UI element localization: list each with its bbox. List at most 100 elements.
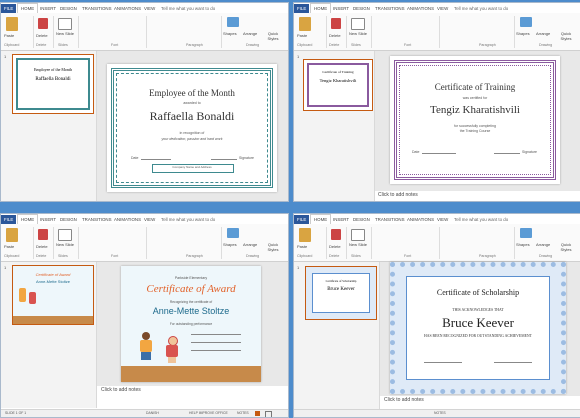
quick-styles-button[interactable]: Quick Styles xyxy=(263,31,283,41)
ribbon: Paste Clipboard Delete Delete New Slide … xyxy=(1,13,288,51)
signature-label: Signature xyxy=(522,150,537,154)
shapes-icon xyxy=(520,17,532,27)
new-slide-button[interactable]: New Slide xyxy=(56,242,74,247)
tab-animations[interactable]: ANIMATIONS xyxy=(404,215,437,224)
slide-canvas: Certificate of Training was certified fo… xyxy=(375,51,580,191)
arrange-button[interactable]: Arrange xyxy=(536,31,550,36)
tab-design[interactable]: DESIGN xyxy=(57,4,80,13)
arrange-button[interactable]: Arrange xyxy=(243,31,257,36)
thumb-title: Certificate of Training xyxy=(322,70,354,74)
sorter-view-icon[interactable] xyxy=(265,411,272,417)
tab-transitions[interactable]: TRANSITIONS xyxy=(79,4,115,13)
tab-insert[interactable]: INSERT xyxy=(330,215,352,224)
delete-button[interactable]: Delete xyxy=(36,244,48,249)
slide-number: 1 xyxy=(297,54,300,59)
certificate-title: Employee of the Month xyxy=(149,88,235,98)
slide-thumbnail[interactable]: Employee of the Month Raffaella Bonaldi xyxy=(12,54,94,114)
arrange-button[interactable]: Arrange xyxy=(536,242,550,247)
tab-design[interactable]: DESIGN xyxy=(350,215,373,224)
notes-placeholder[interactable]: Click to add notes xyxy=(384,397,424,403)
slide-canvas: Employee of the Month awarded to Raffael… xyxy=(97,51,288,201)
new-slide-button[interactable]: New Slide xyxy=(349,242,367,247)
delete-button[interactable]: Delete xyxy=(36,33,48,38)
tell-me-box[interactable]: Tell me what you want to do xyxy=(161,4,215,13)
paste-icon xyxy=(6,17,18,31)
paste-button[interactable]: Paste xyxy=(297,33,307,38)
date-label: Date xyxy=(412,150,420,154)
new-slide-button[interactable]: New Slide xyxy=(56,31,74,36)
tab-view[interactable]: VIEW xyxy=(141,4,158,13)
slide-canvas: Certificate of Scholarship THIS ACKNOWLE… xyxy=(380,262,580,396)
slide[interactable]: Employee of the Month awarded to Raffael… xyxy=(107,64,277,192)
slide[interactable]: Certificate of Scholarship THIS ACKNOWLE… xyxy=(390,262,566,394)
quick-styles-button[interactable]: Quick Styles xyxy=(263,242,283,252)
tab-insert[interactable]: INSERT xyxy=(37,215,59,224)
tab-file[interactable]: FILE xyxy=(1,215,17,224)
tab-insert[interactable]: INSERT xyxy=(330,4,352,13)
slide-thumbnail[interactable]: Certificate of Training Tengiz Kharatish… xyxy=(303,59,373,111)
tab-file[interactable]: FILE xyxy=(294,215,310,224)
tab-animations[interactable]: ANIMATIONS xyxy=(111,215,144,224)
slide-thumbnail[interactable]: Certificate of Scholarship Bruce Keever xyxy=(305,266,377,320)
tab-design[interactable]: DESIGN xyxy=(57,215,80,224)
paste-button[interactable]: Paste xyxy=(4,33,14,38)
tell-me-box[interactable]: Tell me what you want to do xyxy=(454,4,508,13)
tab-home[interactable]: HOME xyxy=(17,3,39,13)
tab-home[interactable]: HOME xyxy=(310,214,332,224)
quick-styles-button[interactable]: Quick Styles xyxy=(556,242,576,252)
tab-view[interactable]: VIEW xyxy=(434,4,451,13)
tab-insert[interactable]: INSERT xyxy=(37,4,59,13)
new-slide-icon xyxy=(58,229,72,241)
tab-file[interactable]: FILE xyxy=(294,4,310,13)
normal-view-icon[interactable] xyxy=(255,411,260,416)
delete-button[interactable]: Delete xyxy=(329,244,341,249)
tab-view[interactable]: VIEW xyxy=(434,215,451,224)
tab-animations[interactable]: ANIMATIONS xyxy=(111,4,144,13)
group-label-font: Font xyxy=(404,254,412,258)
tab-transitions[interactable]: TRANSITIONS xyxy=(372,215,408,224)
group-label-drawing: Drawing xyxy=(246,254,260,258)
tab-design[interactable]: DESIGN xyxy=(350,4,373,13)
group-label-slides: Slides xyxy=(58,43,68,47)
shapes-button[interactable]: Shapes xyxy=(516,242,530,247)
notes-placeholder[interactable]: Click to add notes xyxy=(101,387,141,393)
paste-button[interactable]: Paste xyxy=(4,244,14,249)
tell-me-box[interactable]: Tell me what you want to do xyxy=(454,215,508,224)
ribbon: Paste Clipboard Delete Delete New Slide … xyxy=(294,224,580,262)
new-slide-button[interactable]: New Slide xyxy=(349,31,367,36)
shapes-button[interactable]: Shapes xyxy=(223,31,237,36)
arrange-button[interactable]: Arrange xyxy=(243,242,257,247)
tab-home[interactable]: HOME xyxy=(17,214,39,224)
delete-button[interactable]: Delete xyxy=(329,33,341,38)
tab-transitions[interactable]: TRANSITIONS xyxy=(79,215,115,224)
thumb-name: Anne-Mette Stoltze xyxy=(35,279,71,284)
shapes-button[interactable]: Shapes xyxy=(223,242,237,247)
tab-view[interactable]: VIEW xyxy=(141,215,158,224)
thumb-name: Raffaella Bonaldi xyxy=(35,77,71,82)
thumb-title: Certificate of Scholarship xyxy=(325,279,357,283)
notes-placeholder[interactable]: Click to add notes xyxy=(378,192,418,198)
paste-button[interactable]: Paste xyxy=(297,244,307,249)
girl-illustration xyxy=(165,336,179,364)
certificate-title: Certificate of Training xyxy=(434,82,516,92)
group-label-slides: Slides xyxy=(351,254,361,258)
slide[interactable]: Certificate of Training was certified fo… xyxy=(390,56,560,184)
school-name: Parkside Elementary xyxy=(174,276,208,280)
group-label-clipboard: Clipboard xyxy=(4,254,20,258)
window-top-right: FILE HOME INSERT DESIGN TRANSITIONS ANIM… xyxy=(293,2,580,202)
tab-transitions[interactable]: TRANSITIONS xyxy=(372,4,408,13)
quick-styles-button[interactable]: Quick Styles xyxy=(556,31,576,41)
tab-file[interactable]: FILE xyxy=(1,4,17,13)
slide[interactable]: Parkside Elementary Certificate of Award… xyxy=(121,266,261,382)
certificate-line2: the Training Course xyxy=(459,129,491,133)
certificate-presented: Recognizing the certificate of xyxy=(169,300,213,304)
group-label-paragraph: Paragraph xyxy=(479,43,496,47)
shapes-button[interactable]: Shapes xyxy=(516,31,530,36)
tab-animations[interactable]: ANIMATIONS xyxy=(404,4,437,13)
paste-icon xyxy=(299,228,311,242)
tab-home[interactable]: HOME xyxy=(310,3,332,13)
slide-thumbnail[interactable]: Certificate of Award Anne-Mette Stoltze xyxy=(12,265,94,325)
delete-icon xyxy=(38,229,48,240)
delete-icon xyxy=(331,18,341,29)
tell-me-box[interactable]: Tell me what you want to do xyxy=(161,215,215,224)
